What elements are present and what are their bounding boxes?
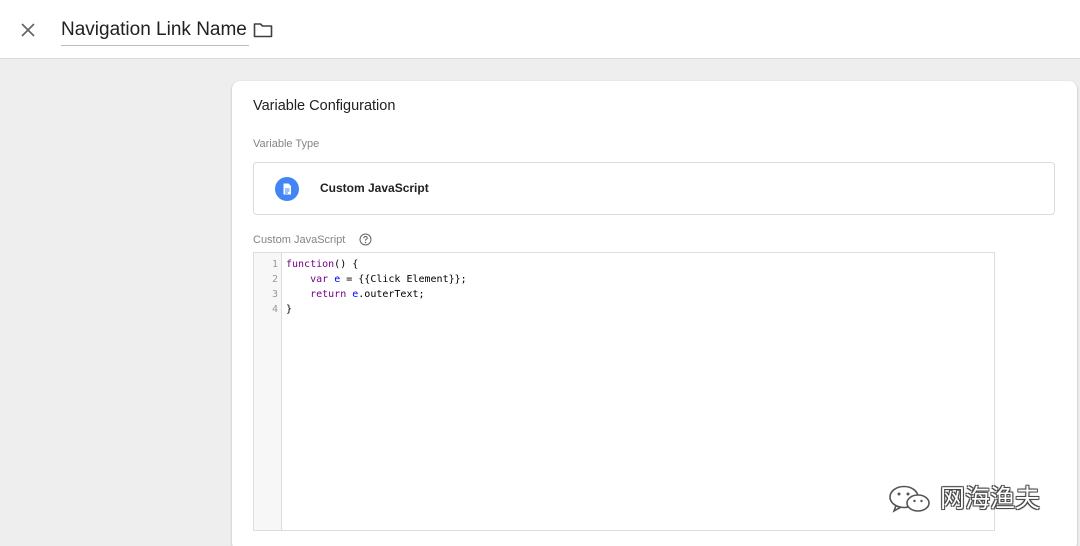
code-editor[interactable]: 1 function() { 2 var e = {{Click Element}}…	[253, 252, 995, 531]
variable-name: Navigation Link Name	[61, 19, 247, 40]
code-line: return e.outerText;	[286, 287, 425, 302]
code-token: .outerText;	[358, 289, 425, 300]
line-number: 1	[271, 259, 278, 270]
variable-type-name: Custom JavaScript	[320, 181, 429, 195]
header-bar: Navigation Link Name	[0, 0, 1080, 59]
custom-javascript-label: Custom JavaScript	[253, 234, 346, 246]
line-number: 4	[271, 304, 278, 315]
code-line: }	[286, 302, 292, 317]
card-title: Variable Configuration	[253, 98, 396, 114]
code-token: }	[286, 304, 293, 315]
watermark-text: 网海渔夫	[940, 485, 1041, 513]
variable-name-field[interactable]: Navigation Link Name	[61, 16, 249, 46]
document-icon	[275, 177, 299, 201]
code-keyword: function	[286, 259, 335, 270]
code-token: () {	[334, 259, 359, 270]
variable-type-selector[interactable]: Custom JavaScript	[253, 162, 1055, 215]
code-keyword: return	[310, 289, 347, 300]
variable-type-label: Variable Type	[253, 138, 320, 150]
line-number: 3	[271, 289, 278, 300]
close-icon	[21, 23, 35, 37]
code-keyword: var	[310, 274, 329, 285]
line-number: 2	[271, 274, 278, 285]
code-line: var e = {{Click Element}};	[286, 272, 467, 287]
variable-configuration-card: Variable Configuration Variable Type Cus…	[232, 81, 1077, 546]
close-button[interactable]	[16, 18, 40, 42]
folder-icon	[253, 23, 273, 38]
code-token: = {{Click Element}};	[340, 274, 467, 285]
code-line: function() {	[286, 257, 358, 272]
help-icon[interactable]	[359, 233, 372, 246]
wechat-icon	[889, 485, 930, 513]
folder-button[interactable]	[252, 19, 274, 41]
